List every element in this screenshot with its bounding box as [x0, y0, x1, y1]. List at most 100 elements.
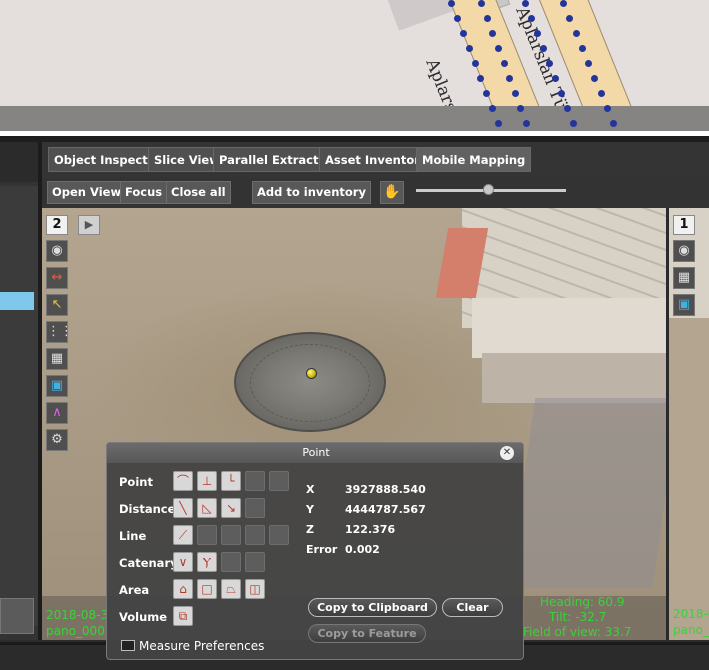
distance-ground-icon[interactable]: ↘: [221, 498, 241, 518]
tiles-icon[interactable]: ▦: [673, 267, 695, 289]
empty-slot: [269, 525, 289, 545]
close-all-button[interactable]: Close all: [166, 181, 231, 204]
area-trapezoid-icon[interactable]: ⏢: [221, 579, 241, 599]
curb-top: [472, 298, 666, 358]
curb-front: [482, 353, 666, 403]
curve-icon[interactable]: ∧: [46, 402, 68, 424]
compass-icon[interactable]: ◉: [46, 240, 68, 262]
measure-row-label: Point: [119, 475, 153, 489]
empty-slot: [245, 471, 265, 491]
road-vertex[interactable]: [495, 120, 502, 127]
error-value: 0.002: [345, 543, 380, 556]
road-vertex[interactable]: [546, 60, 553, 67]
grid-icon[interactable]: ⋮⋮: [46, 321, 73, 343]
distance-height-icon[interactable]: ◺: [197, 498, 217, 518]
road-vertex[interactable]: [597, 90, 605, 97]
pointer-icon[interactable]: ↖: [46, 294, 68, 316]
tilt-readout: Tilt: -32.7: [549, 610, 607, 624]
empty-slot: [221, 552, 241, 572]
hand-icon[interactable]: ✋: [380, 181, 404, 204]
add-to-inventory-button[interactable]: Add to inventory: [252, 181, 371, 204]
catenary-span-icon[interactable]: Ⲩ: [197, 552, 217, 572]
area-tool-icon[interactable]: ⌂: [173, 579, 193, 599]
volume-tool-icon[interactable]: ⧉: [173, 606, 193, 626]
zoom-slider-thumb[interactable]: [483, 184, 494, 195]
road-vertex[interactable]: [523, 120, 530, 127]
road-vertex[interactable]: [528, 15, 535, 22]
road-vertex[interactable]: [603, 105, 611, 112]
measure-point-marker[interactable]: [306, 368, 317, 379]
measure-preferences-link[interactable]: Measure Preferences: [121, 639, 264, 653]
tab-mobile-mapping[interactable]: Mobile Mapping: [416, 147, 532, 172]
road-vertex[interactable]: [465, 45, 473, 52]
road-vertex[interactable]: [500, 60, 508, 67]
empty-slot: [245, 498, 265, 518]
measure-row-label: Line: [119, 529, 147, 543]
view-number-badge[interactable]: 2: [46, 215, 68, 235]
left-panel-selected-item[interactable]: [0, 292, 34, 310]
road-vertex[interactable]: [564, 105, 571, 112]
view-number-badge[interactable]: 1: [673, 215, 695, 235]
road-vertex[interactable]: [522, 0, 529, 7]
road-vertex[interactable]: [448, 0, 455, 7]
road-vertex[interactable]: [494, 45, 502, 52]
heading-readout: Heading: 60.9: [540, 595, 625, 609]
y-label: Y: [306, 503, 314, 516]
pano-name: pano_0: [673, 623, 709, 637]
road-vertex[interactable]: [585, 60, 592, 67]
point-ground-icon[interactable]: └: [221, 471, 241, 491]
area-vertical-icon[interactable]: ◫: [245, 579, 265, 599]
road-vertex[interactable]: [453, 15, 461, 22]
manhole-cover: [234, 332, 386, 432]
measure-row-label: Catenary: [119, 556, 178, 570]
road-vertex[interactable]: [570, 120, 577, 127]
empty-slot: [269, 471, 289, 491]
z-label: Z: [306, 523, 314, 536]
road-vertex[interactable]: [483, 15, 491, 22]
map-view[interactable]: Aplarslan Türkeş Bu Aplarslan Türkeş Bu: [0, 0, 709, 131]
shadow: [508, 398, 666, 588]
catenary-tool-icon[interactable]: ∨: [173, 552, 193, 572]
gear-icon[interactable]: ⚙: [46, 429, 68, 451]
copy-to-feature-button[interactable]: Copy to Feature: [308, 624, 426, 643]
view-toolbar: Open View Focus Close all Add to invento…: [42, 178, 709, 208]
road-vertex[interactable]: [578, 45, 586, 52]
point-height-icon[interactable]: ⊥: [197, 471, 217, 491]
road-vertex[interactable]: [534, 30, 541, 37]
measure-dialog: Point ✕ Point ⌒ ⊥ └ Distance ╲ ◺ ↘ Line …: [106, 442, 524, 660]
z-value: 122.376: [345, 523, 396, 536]
x-value: 3927888.540: [345, 483, 426, 496]
road-vertex[interactable]: [511, 90, 519, 97]
distance-icon[interactable]: ↔: [46, 267, 68, 289]
play-icon[interactable]: ▶: [78, 215, 100, 235]
left-panel-button[interactable]: [0, 598, 34, 634]
road-vertex[interactable]: [572, 30, 580, 37]
preferences-icon: [121, 640, 135, 651]
copy-to-clipboard-button[interactable]: Copy to Clipboard: [308, 598, 437, 617]
line-tool-icon[interactable]: ⟋: [173, 525, 193, 545]
clear-button[interactable]: Clear: [442, 598, 503, 617]
road-vertex[interactable]: [478, 0, 485, 7]
road-vertex[interactable]: [558, 90, 565, 97]
road-vertex[interactable]: [540, 45, 547, 52]
road-vertex[interactable]: [459, 30, 467, 37]
panorama-view-right[interactable]: 1 ◉ ▦ ▣ 2018-0 pano_0: [666, 208, 709, 640]
dialog-title[interactable]: Point: [107, 443, 523, 463]
tiles-icon[interactable]: ▦: [46, 348, 68, 370]
road-vertex[interactable]: [610, 120, 617, 127]
compass-icon[interactable]: ◉: [673, 240, 695, 262]
left-panel-list: [0, 186, 38, 626]
focus-button[interactable]: Focus: [120, 181, 168, 204]
road-vertex[interactable]: [552, 75, 559, 82]
left-panel-header: [0, 142, 38, 182]
area-rect-icon[interactable]: □: [197, 579, 217, 599]
distance-tool-icon[interactable]: ╲: [173, 498, 193, 518]
open-view-button[interactable]: Open View: [47, 181, 127, 204]
screen-icon[interactable]: ▣: [46, 375, 68, 397]
road-vertex[interactable]: [560, 0, 567, 7]
point-tool-icon[interactable]: ⌒: [173, 471, 193, 491]
screen-icon[interactable]: ▣: [673, 294, 695, 316]
measure-row-label: Distance: [119, 502, 176, 516]
road-vertex[interactable]: [471, 60, 479, 67]
close-icon[interactable]: ✕: [500, 446, 514, 460]
